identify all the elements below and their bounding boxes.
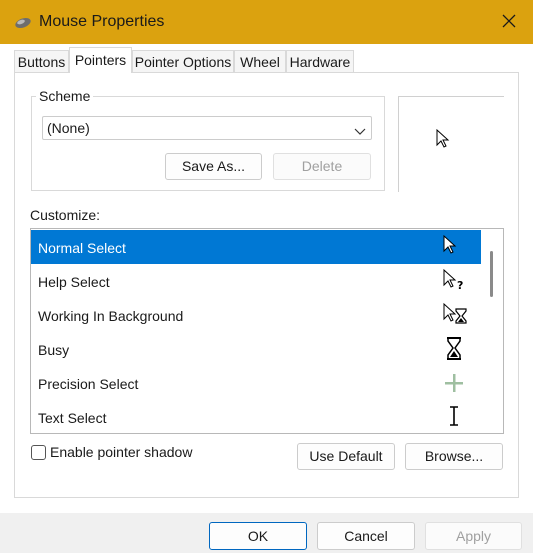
scheme-select[interactable]: (None) bbox=[42, 116, 372, 140]
help-cursor-icon: ? bbox=[439, 267, 469, 295]
ibeam-cursor-icon bbox=[439, 403, 469, 431]
save-as-button[interactable]: Save As... bbox=[165, 153, 262, 180]
list-item-normal-select[interactable]: Normal Select bbox=[31, 230, 481, 264]
browse-button[interactable]: Browse... bbox=[405, 443, 503, 470]
apply-button[interactable]: Apply bbox=[425, 522, 522, 550]
cancel-button[interactable]: Cancel bbox=[317, 522, 415, 550]
delete-button[interactable]: Delete bbox=[273, 153, 371, 180]
mouse-icon bbox=[14, 16, 32, 32]
enable-pointer-shadow-checkbox[interactable] bbox=[31, 445, 46, 460]
list-item-label: Help Select bbox=[38, 274, 110, 290]
list-item-label: Working In Background bbox=[38, 308, 184, 324]
list-item-label: Precision Select bbox=[38, 376, 139, 392]
svg-text:?: ? bbox=[457, 279, 463, 292]
tab-pointers[interactable]: Pointers bbox=[69, 47, 132, 73]
list-item-precision-select[interactable]: Precision Select bbox=[31, 366, 481, 400]
scheme-legend: Scheme bbox=[36, 88, 94, 104]
tab-pointer-options[interactable]: Pointer Options bbox=[132, 50, 234, 72]
close-icon bbox=[502, 14, 516, 28]
tab-wheel[interactable]: Wheel bbox=[234, 50, 286, 72]
crosshair-cursor-icon bbox=[439, 369, 469, 397]
arrow-cursor-icon bbox=[436, 128, 450, 152]
arrow-cursor-icon bbox=[439, 233, 469, 261]
chevron-down-icon bbox=[354, 123, 366, 139]
list-scrollbar[interactable] bbox=[481, 229, 503, 433]
customize-label: Customize: bbox=[30, 207, 101, 223]
use-default-button[interactable]: Use Default bbox=[297, 443, 395, 470]
list-item-working-in-background[interactable]: Working In Background bbox=[31, 298, 481, 332]
list-item-busy[interactable]: Busy bbox=[31, 332, 481, 366]
list-item-label: Text Select bbox=[38, 410, 107, 426]
tab-hardware[interactable]: Hardware bbox=[286, 50, 354, 72]
enable-pointer-shadow-label[interactable]: Enable pointer shadow bbox=[50, 444, 192, 460]
list-item-text-select[interactable]: Text Select bbox=[31, 400, 481, 433]
close-button[interactable] bbox=[487, 0, 533, 44]
window-title: Mouse Properties bbox=[39, 13, 165, 30]
title-bar: Mouse Properties bbox=[0, 0, 533, 44]
tab-buttons[interactable]: Buttons bbox=[14, 50, 69, 72]
list-item-help-select[interactable]: Help Select ? bbox=[31, 264, 481, 298]
scheme-selected-value: (None) bbox=[47, 120, 90, 136]
ok-button[interactable]: OK bbox=[209, 522, 307, 550]
list-item-label: Normal Select bbox=[38, 240, 126, 256]
scroll-thumb[interactable] bbox=[490, 251, 493, 297]
list-item-label: Busy bbox=[38, 342, 70, 358]
hourglass-cursor-icon bbox=[439, 335, 469, 363]
working-cursor-icon bbox=[439, 301, 469, 329]
cursor-preview bbox=[398, 96, 504, 192]
cursor-list[interactable]: Normal Select Help Select ? Working In B… bbox=[30, 228, 504, 434]
